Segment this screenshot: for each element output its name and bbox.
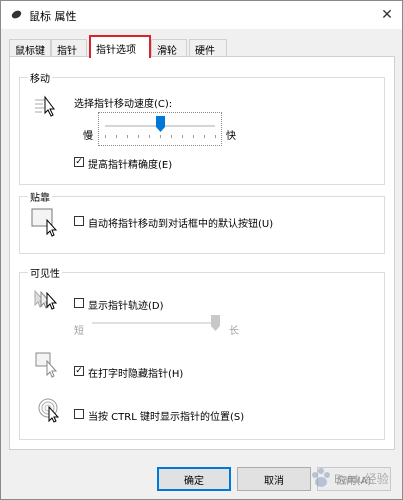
snap-to-icon [31,208,58,237]
slider-tick [160,135,161,138]
checkmark-icon: ✓ [75,366,83,376]
tab-buttons[interactable]: 鼠标键 [9,39,51,57]
snap-to-group: 贴靠 自动将指针移动到对话框中的默认按钮(U) [19,189,385,254]
close-button[interactable]: ✕ [372,1,402,29]
speed-label: 选择指针移动速度(C): [74,99,173,110]
precision-checkbox[interactable]: ✓ [74,157,84,167]
show-location-checkbox[interactable] [74,409,84,419]
slider-tick [138,135,139,138]
tab-pointers[interactable]: 指针 [51,39,87,57]
motion-group-title: 移动 [28,70,52,85]
slider-tick [215,135,216,138]
mouse-icon [11,10,22,19]
snap-label[interactable]: 自动将指针移动到对话框中的默认按钮(U) [88,215,273,230]
baidu-watermark: Baidu经验 [306,463,392,493]
checkmark-icon: ✓ [75,157,83,167]
speed-slider-thumb[interactable] [156,116,165,132]
show-location-icon [38,398,60,423]
pointer-trails-label[interactable]: 显示指针轨迹(D) [88,297,164,312]
slider-tick [182,135,183,138]
slider-tick [193,135,194,138]
slider-tick [116,135,117,138]
cancel-button[interactable]: 取消 [237,467,311,491]
motion-group: 移动 选择指针移动速度(C): 慢 快 ✓ 提高指针精确度(E) [19,70,385,185]
fast-label: 快 [226,131,236,142]
slider-tick [204,135,205,138]
trails-slider-thumb[interactable] [211,315,220,331]
snap-group-title: 贴靠 [28,189,52,204]
slider-tick [149,135,150,138]
speed-slider[interactable] [98,112,222,146]
trails-long-label: 长 [229,326,239,337]
tab-hardware[interactable]: 硬件 [189,39,227,57]
visibility-group: 可见性 显示指针轨迹(D) 短 长 ✓ 在打字时隐藏指针(H) 当按 CTRL … [19,265,385,440]
trails-slider-track [92,322,220,324]
snap-checkbox[interactable] [74,216,84,226]
slider-tick [105,135,106,138]
slider-tick [171,135,172,138]
title-bar: 鼠标 属性 ✕ [1,1,402,29]
ok-button[interactable]: 确定 [157,467,231,491]
hide-while-typing-icon [35,352,58,378]
pointer-trails-checkbox[interactable] [74,298,84,308]
mouse-properties-window: 鼠标 属性 ✕ 鼠标键 指针 指针选项 滑轮 硬件 移动 选择指针移动速度(C)… [0,0,403,500]
pointer-speed-icon [35,95,55,117]
hide-while-typing-checkbox[interactable]: ✓ [74,366,84,376]
visibility-group-title: 可见性 [28,265,62,280]
baidu-logo-icon: Baidu经验 [312,468,389,487]
window-title: 鼠标 属性 [29,10,77,23]
tab-panel: 移动 选择指针移动速度(C): 慢 快 ✓ 提高指针精确度(E) 贴靠 自动将指… [9,56,395,450]
close-icon: ✕ [381,7,393,23]
slow-label: 慢 [83,131,93,142]
watermark-text: Baidu经验 [334,471,389,486]
hide-while-typing-label[interactable]: 在打字时隐藏指针(H) [88,365,183,380]
precision-label[interactable]: 提高指针精确度(E) [88,156,172,171]
trails-slider[interactable] [88,313,224,335]
tab-pointer-options[interactable]: 指针选项 [89,35,151,58]
pointer-trails-icon [34,289,58,310]
trails-short-label: 短 [74,326,84,337]
slider-tick [127,135,128,138]
show-location-label[interactable]: 当按 CTRL 键时显示指针的位置(S) [88,408,244,423]
tab-wheel[interactable]: 滑轮 [151,39,187,57]
